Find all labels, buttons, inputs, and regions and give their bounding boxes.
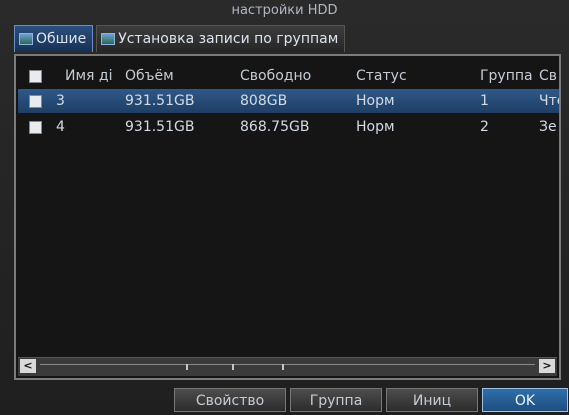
table-row[interactable]: 3 931.51GB 808GB Норм 1 Чте: [18, 89, 559, 113]
select-all-checkbox[interactable]: [29, 70, 42, 83]
row-checkbox[interactable]: [29, 95, 42, 108]
row-name: 3: [56, 93, 65, 109]
column-capacity: Объём: [125, 68, 174, 84]
tab-general[interactable]: Обшие: [14, 25, 94, 52]
ok-button[interactable]: OK: [482, 388, 568, 412]
row-status: Норм: [356, 93, 395, 109]
scrollbar-track[interactable]: [40, 364, 535, 370]
init-button[interactable]: Иниц: [386, 388, 478, 412]
column-free: Свободно: [240, 68, 312, 84]
row-free: 868.75GB: [240, 119, 310, 135]
group-button[interactable]: Группа: [290, 388, 382, 412]
row-group: 1: [480, 93, 489, 109]
scroll-tick: [186, 364, 188, 370]
button-bar: Свойство Группа Иниц OK: [0, 388, 569, 415]
tab-bar: Обшие Установка записи по группам: [14, 25, 346, 53]
row-free: 808GB: [240, 93, 288, 109]
row-status: Норм: [356, 119, 395, 135]
table-row[interactable]: 4 931.51GB 868.75GB Норм 2 Зе: [18, 115, 559, 139]
property-button[interactable]: Свойство: [174, 388, 286, 412]
window-title: настройки HDD: [231, 3, 338, 18]
column-status: Статус: [356, 68, 407, 84]
arrow-left-icon[interactable]: <: [20, 359, 36, 373]
row-capacity: 931.51GB: [125, 119, 195, 135]
hdd-list-panel: Имя ді Объём Свободно Статус Группа Св 3…: [14, 54, 561, 380]
row-property: Чте: [539, 93, 559, 109]
column-name: Имя ді: [65, 68, 113, 84]
tab-group-recording-label: Установка записи по группам: [118, 31, 339, 47]
table-header: Имя ді Объём Свободно Статус Группа Св: [18, 64, 559, 88]
row-property: Зе: [539, 119, 557, 135]
picture-icon: [101, 33, 116, 45]
scroll-tick: [282, 364, 284, 370]
hdd-settings-window: настройки HDD Обшие Установка записи по …: [0, 0, 569, 415]
row-capacity: 931.51GB: [125, 93, 195, 109]
tab-general-label: Обшие: [36, 31, 87, 47]
row-group: 2: [480, 119, 489, 135]
picture-icon: [19, 33, 33, 45]
arrow-right-icon[interactable]: >: [539, 359, 555, 373]
tab-group-recording[interactable]: Установка записи по группам: [96, 25, 346, 52]
column-property: Св: [539, 68, 558, 84]
column-group: Группа: [480, 68, 532, 84]
row-checkbox[interactable]: [29, 121, 42, 134]
scroll-tick: [232, 364, 234, 370]
row-name: 4: [56, 119, 65, 135]
horizontal-scrollbar[interactable]: < >: [18, 357, 557, 376]
